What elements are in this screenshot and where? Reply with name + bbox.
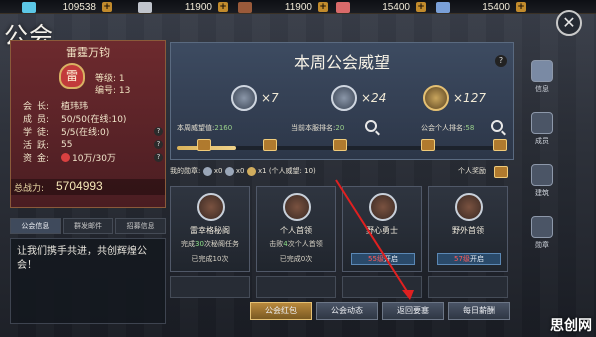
info-row-activity: 活跃: 55 ? [23,138,165,151]
help-icon[interactable]: ? [154,153,163,162]
meat-icon [336,1,350,13]
help-icon[interactable]: ? [154,140,163,149]
my-medals-bar: 我的勋章: x0 x0 x1 (个人威望: 10) 个人奖励 [170,166,514,180]
chest-icon[interactable] [493,139,507,151]
warrior-icon [369,193,397,221]
field-boss-icon [455,193,483,221]
task-card-secret[interactable]: 雷幸格秘阁 完成30次秘阁任务 已完成10次 [170,186,250,272]
guild-red-packet-button[interactable]: 公会红包 [250,302,312,320]
members-icon [531,112,553,134]
info-row-apprentices: 学徒: 5/5(在线:0) ? [23,125,165,138]
add-diamond-button[interactable]: + [102,2,112,12]
server-rank: 当前本服排名:20 [291,124,345,132]
coin-icon [61,153,70,162]
gold-medal-icon [423,85,449,111]
resource-wood: 11900 + [238,1,330,13]
guild-left-tabs: 公会信息 群发邮件 招募信息 [10,218,167,234]
chest-icon[interactable] [421,139,435,151]
resource-diamond: 109538 + [22,1,114,13]
guild-number: 编号: 13 [95,86,131,96]
weekly-reputation-panel: 本周公会威望 ? ×7 ×24 ×127 本周威望值:2160 当前本服排名:2… [170,42,514,160]
search-icon[interactable] [491,120,503,132]
info-row-leader: 会长: 植玮玮 [23,102,89,112]
crystal-icon [138,1,152,13]
tab-recruit-info[interactable]: 招募信息 [115,218,167,234]
help-icon[interactable]: ? [495,55,507,67]
guild-notice: 让我们携手共进，共创辉煌公会！ [10,238,166,324]
watermark: 思创网 [550,318,592,334]
chest-icon[interactable] [333,139,347,151]
medal-silver-2: ×24 [331,85,386,111]
chest-icon[interactable] [197,139,211,151]
nav-info[interactable]: 信息 [524,60,560,94]
task-card-field-boss[interactable]: 野外首领 57级开启 [428,186,508,272]
medal-icon [531,216,553,238]
task-card-next[interactable] [342,276,422,298]
ore-icon [436,1,450,13]
nav-buildings[interactable]: 建筑 [524,164,560,198]
silver-medal-icon [231,85,257,111]
return-fortress-button[interactable]: 返回要塞 [382,302,444,320]
building-icon [531,164,553,186]
daily-salary-button[interactable]: 每日薪酬 [448,302,510,320]
tab-guild-info[interactable]: 公会信息 [10,218,61,234]
unlock-label: 57级开启 [437,253,501,265]
diamond-icon [22,1,36,13]
medal-gold: ×127 [423,85,486,111]
wood-icon [238,1,252,13]
task-card-warrior[interactable]: 野心勇士 55级开启 [342,186,422,272]
silver-medal-icon [331,85,357,111]
chest-icon[interactable] [263,139,277,151]
personal-rank: 公会个人排名:58 [421,124,475,132]
boss-icon [283,193,311,221]
add-ore-button[interactable]: + [516,2,526,12]
task-card-personal-boss[interactable]: 个人首领 击败4次个人首领 已完成0次 [256,186,336,272]
task-card-next[interactable] [428,276,508,298]
reward-chest-icon[interactable] [494,166,508,178]
guild-info-rows: 会长: 植玮玮 成员: 50/50(在线:10) 学徒: 5/5(在线:0) ? 活跃… [23,99,165,164]
guild-emblem-icon: 雷 [59,63,85,89]
guild-name: 雷霆万钧 [66,46,110,59]
reputation-title: 本周公会威望 [293,53,390,72]
unlock-label: 55级开启 [351,253,415,265]
close-button[interactable]: ✕ [556,10,582,36]
gold-medal-icon [246,166,256,176]
medal-silver: ×7 [231,85,279,111]
add-wood-button[interactable]: + [318,2,328,12]
task-card-next[interactable] [256,276,336,298]
search-icon[interactable] [365,120,377,132]
info-row-funds: 资金: 10万/30万 ? [23,151,165,164]
nav-medals[interactable]: 勋章 [524,216,560,250]
add-crystal-button[interactable]: + [218,2,228,12]
info-row-members: 成员: 50/50(在线:10) [23,115,127,125]
total-power: 总战力: 5704993 [11,179,165,195]
add-meat-button[interactable]: + [416,2,426,12]
task-card-next[interactable] [170,276,250,298]
resource-meat: 15400 + [336,1,428,13]
info-icon [531,60,553,82]
resource-bar: 109538 + 11900 + 11900 + 15400 + 15400 + [0,0,596,14]
resource-crystal: 11900 + [138,1,230,13]
tab-mass-mail[interactable]: 群发邮件 [62,218,114,234]
nav-members[interactable]: 成员 [524,112,560,146]
weekly-reputation-value: 本周威望值:2160 [177,124,233,132]
guild-info-card: 雷霆万钧 雷 等级: 1 编号: 13 会长: 植玮玮 成员: 50/50(在线:1… [10,40,166,208]
silver-medal-icon [202,166,212,176]
secret-pavilion-icon [197,193,225,221]
right-side-nav: 信息 成员 建筑 勋章 [524,60,560,270]
help-icon[interactable]: ? [154,127,163,136]
silver-medal-icon [224,166,234,176]
resource-ore: 15400 + [436,1,528,13]
guild-news-button[interactable]: 公会动态 [316,302,378,320]
